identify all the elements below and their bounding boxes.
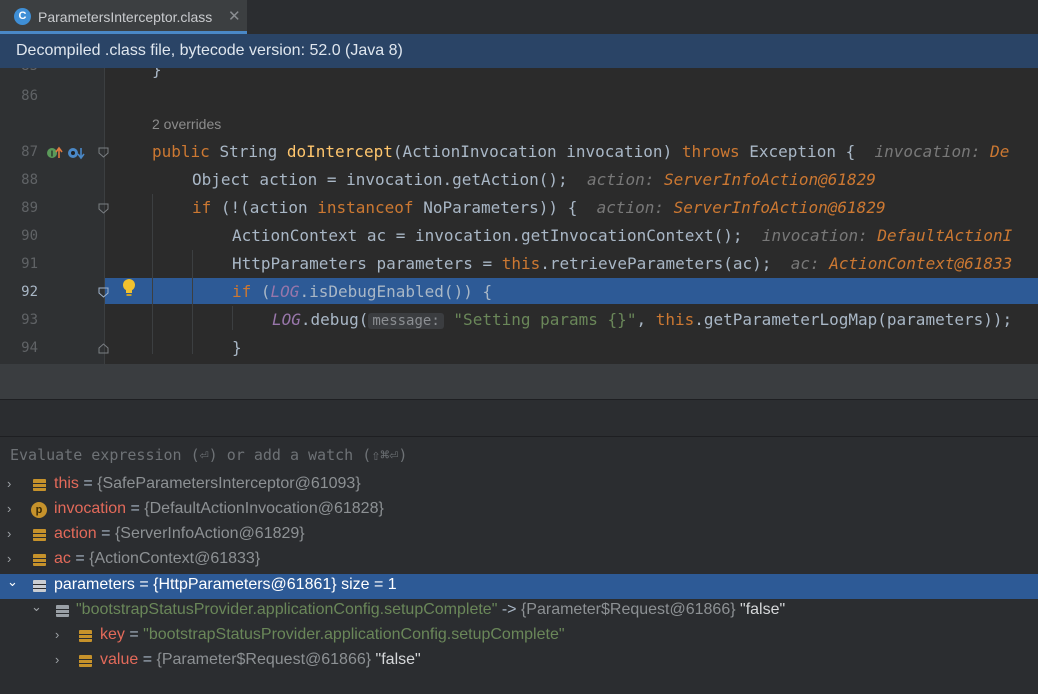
- parameter-icon: p: [31, 502, 47, 518]
- field-icon: [33, 529, 46, 541]
- overrides-hint[interactable]: 2 overrides: [152, 116, 221, 132]
- variable-value: {DefaultActionInvocation@61828}: [144, 500, 384, 517]
- expand-arrow-icon[interactable]: ›: [55, 627, 59, 642]
- variable-row-parameters[interactable]: ⌄ parameters = {HttpParameters@61861} si…: [0, 574, 1038, 599]
- line-number: 85: [0, 68, 38, 74]
- debugger-toolbar-area: [0, 399, 1038, 437]
- gutter-divider: [104, 68, 105, 364]
- variable-row-value[interactable]: › value = {Parameter$Request@61866} "fal…: [0, 649, 1038, 674]
- decompiled-banner: Decompiled .class file, bytecode version…: [0, 34, 1038, 69]
- variable-name: parameters: [54, 576, 135, 593]
- variable-value: {SafeParametersInterceptor@61093}: [97, 475, 361, 492]
- line-number: 90: [21, 228, 38, 244]
- expand-arrow-icon[interactable]: ›: [7, 476, 11, 491]
- code-line-91[interactable]: HttpParameters parameters = this.retriev…: [232, 254, 1012, 273]
- code-line-90[interactable]: ActionContext ac = invocation.getInvocat…: [232, 226, 1012, 245]
- variable-name: action: [54, 525, 97, 542]
- line-number: 89: [21, 200, 38, 216]
- field-icon: [33, 580, 46, 592]
- entry-icon: [56, 605, 69, 617]
- variable-row-invocation[interactable]: › p invocation = {DefaultActionInvocatio…: [0, 498, 1038, 523]
- inline-value-hint: invocation:: [874, 142, 991, 161]
- variable-value: {Parameter$Request@61866}: [156, 651, 372, 668]
- map-entry-row[interactable]: ⌄ "bootstrapStatusProvider.applicationCo…: [0, 599, 1038, 624]
- class-file-icon: C: [14, 8, 31, 25]
- tab-parameters-interceptor[interactable]: C ParametersInterceptor.class ✕: [0, 0, 247, 34]
- variable-name: this: [54, 475, 79, 492]
- override-navigation-icons[interactable]: I: [46, 145, 86, 161]
- code-line-85[interactable]: }: [152, 68, 162, 79]
- field-icon: [33, 554, 46, 566]
- field-icon: [33, 479, 46, 491]
- variable-name: value: [100, 651, 139, 668]
- expand-arrow-icon[interactable]: ›: [7, 501, 11, 516]
- banner-text: Decompiled .class file, bytecode version…: [16, 42, 403, 59]
- expand-arrow-icon[interactable]: ›: [7, 526, 11, 541]
- inline-value-hint: invocation:: [761, 226, 878, 245]
- variable-row-action[interactable]: › action = {ServerInfoAction@61829}: [0, 523, 1038, 548]
- evaluate-expression-field[interactable]: Evaluate expression (⏎) or add a watch (…: [0, 436, 1038, 474]
- variable-value: {ServerInfoAction@61829}: [114, 525, 305, 542]
- variable-value: {ActionContext@61833}: [89, 550, 261, 567]
- inline-value-hint: action:: [586, 170, 665, 189]
- code-line-88[interactable]: Object action = invocation.getAction(); …: [192, 170, 876, 189]
- svg-text:I: I: [51, 150, 53, 159]
- code-line-92[interactable]: if (LOG.isDebugEnabled()) {: [232, 282, 492, 301]
- fold-icon[interactable]: [98, 147, 109, 158]
- indent-guide: [232, 306, 233, 330]
- implements-icon[interactable]: I: [47, 146, 63, 159]
- inline-value-hint: ac:: [790, 254, 830, 273]
- indent-guide: [192, 250, 193, 354]
- code-editor[interactable]: 85 86 87 88 89 90 91 92 93 94 I } 2 over…: [0, 68, 1038, 364]
- overridden-icon[interactable]: [68, 148, 85, 160]
- entry-key: "bootstrapStatusProvider.applicationConf…: [76, 601, 498, 618]
- collapse-arrow-icon[interactable]: ⌄: [31, 599, 42, 615]
- code-line-87[interactable]: public String doIntercept(ActionInvocati…: [152, 142, 1009, 161]
- line-number: 87: [21, 144, 38, 160]
- line-number: 93: [21, 312, 38, 328]
- fold-icon[interactable]: [98, 203, 109, 214]
- expand-arrow-icon[interactable]: ›: [55, 652, 59, 667]
- variable-row-key[interactable]: › key = "bootstrapStatusProvider.applica…: [0, 624, 1038, 649]
- expand-arrow-icon[interactable]: ›: [7, 551, 11, 566]
- unfold-icon[interactable]: [98, 343, 109, 354]
- variable-name: ac: [54, 550, 71, 567]
- close-icon[interactable]: ✕: [228, 7, 241, 25]
- inline-value-hint: action:: [596, 198, 674, 217]
- variable-value: "bootstrapStatusProvider.applicationConf…: [143, 626, 565, 643]
- line-number: 91: [21, 256, 38, 272]
- indent-guide: [152, 194, 153, 354]
- code-line-93[interactable]: LOG.debug(message: "Setting params {}", …: [272, 310, 1012, 329]
- entry-value: {Parameter$Request@61866}: [520, 601, 736, 618]
- code-line-94[interactable]: }: [232, 338, 242, 357]
- evaluate-expression-placeholder: Evaluate expression (⏎) or add a watch (…: [10, 446, 408, 464]
- line-number: 88: [21, 172, 38, 188]
- line-number: 94: [21, 340, 38, 356]
- code-line-89[interactable]: if (!(action instanceof NoParameters)) {…: [192, 198, 886, 217]
- fold-icon[interactable]: [98, 287, 109, 298]
- parameter-name-hint: message:: [368, 313, 444, 329]
- variable-name: invocation: [54, 500, 127, 517]
- editor-bottom-area: [0, 364, 1038, 399]
- variables-tree: › this = {SafeParametersInterceptor@6109…: [0, 473, 1038, 694]
- variable-name: key: [100, 626, 125, 643]
- variable-value: {HttpParameters@61861} size = 1: [153, 576, 397, 593]
- field-icon: [79, 655, 92, 667]
- field-icon: [79, 630, 92, 642]
- line-number-current: 92: [21, 284, 38, 300]
- lightbulb-icon[interactable]: [121, 278, 137, 298]
- line-number: 86: [21, 88, 38, 104]
- variable-row-ac[interactable]: › ac = {ActionContext@61833}: [0, 548, 1038, 573]
- collapse-arrow-icon[interactable]: ⌄: [7, 574, 18, 590]
- tab-title: ParametersInterceptor.class: [38, 9, 213, 25]
- variable-row-this[interactable]: › this = {SafeParametersInterceptor@6109…: [0, 473, 1038, 498]
- editor-tab-bar: C ParametersInterceptor.class ✕: [0, 0, 1038, 35]
